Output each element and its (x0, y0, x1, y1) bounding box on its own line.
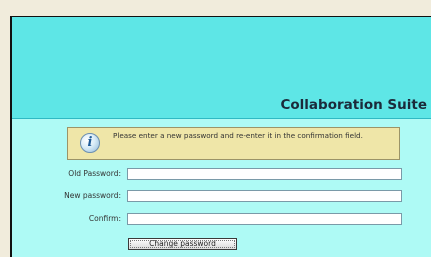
old-password-field[interactable] (127, 168, 402, 180)
info-icon: i (80, 133, 100, 153)
app-title: Collaboration Suite (280, 97, 428, 113)
new-password-field[interactable] (127, 190, 402, 202)
confirm-password-label: Confirm: (88, 214, 121, 223)
desktop-background (0, 0, 431, 16)
change-password-button[interactable]: Change password (128, 238, 237, 250)
old-password-label: Old Password: (68, 169, 121, 178)
confirm-password-field[interactable] (127, 213, 402, 225)
old-password-row: Old Password: (12, 168, 431, 182)
app-window: Collaboration Suite i Please enter a new… (10, 16, 431, 257)
new-password-label: New password: (64, 191, 121, 200)
change-password-panel: i Please enter a new password and re-ent… (12, 118, 431, 257)
info-message-box: i Please enter a new password and re-ent… (67, 127, 400, 160)
button-focus-ring (130, 240, 235, 248)
header-banner: Collaboration Suite (12, 17, 431, 117)
info-message-text: Please enter a new password and re-enter… (113, 131, 363, 140)
new-password-row: New password: (12, 190, 431, 204)
confirm-password-row: Confirm: (12, 213, 431, 227)
